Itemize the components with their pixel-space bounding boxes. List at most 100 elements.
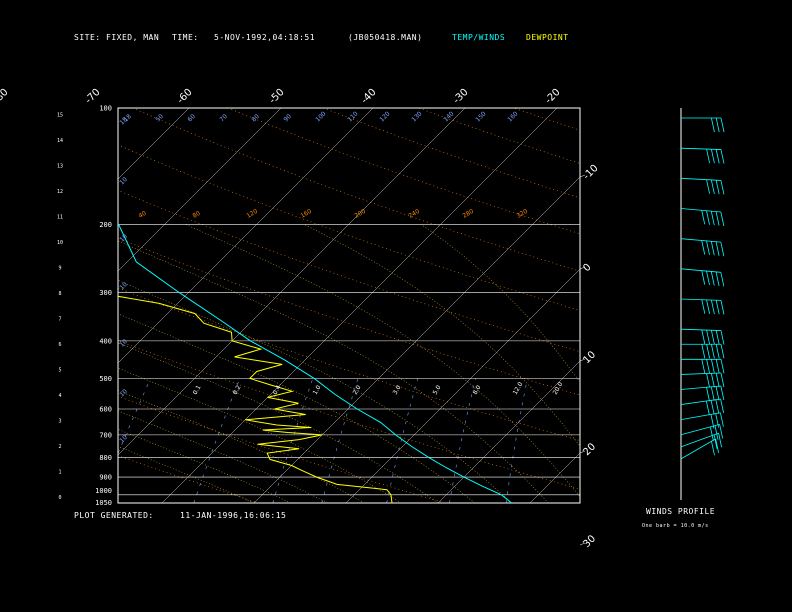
wind-barb-flag [710, 179, 715, 195]
dry-adiabat-line [118, 237, 580, 396]
wind-barb-flag [714, 425, 719, 440]
wind-barb-flag [711, 117, 715, 133]
wind-barb-shaft [680, 177, 721, 181]
pressure-tick-label: 300 [99, 289, 112, 297]
dry-adiabat-line [118, 144, 580, 311]
wind-barb-flag [711, 359, 715, 374]
wind-barb-flag [715, 180, 720, 195]
wind-barb-flag [706, 299, 710, 314]
wind-barb-flag [706, 329, 710, 345]
height-tick-label: 12 [57, 189, 63, 195]
pressure-lines [118, 224, 580, 496]
wind-barb-shaft [680, 398, 721, 405]
wind-barb-flag [720, 398, 725, 414]
pressure-tick-label: 500 [99, 375, 112, 383]
wind-barb-flag [715, 330, 720, 345]
height-tick-label: 10 [57, 240, 63, 246]
isotherm-line [118, 108, 190, 180]
moist-adiabat-line [118, 390, 365, 503]
isotherm-line [0, 108, 5, 503]
height-tick-label: 9 [58, 266, 61, 272]
wind-barb-shaft [680, 298, 721, 301]
wind-barb-flag [710, 386, 715, 401]
wind-barb-flag [720, 149, 725, 164]
moist-adiabat-line [118, 446, 255, 503]
wind-barb-flag [715, 117, 720, 133]
top-scale-label: 140 [442, 110, 455, 123]
top-scale-label: 120 [378, 110, 391, 123]
wind-barb-flag [720, 412, 724, 427]
isotherm-line [437, 360, 580, 503]
isotherm-label: -50 [267, 87, 286, 106]
mixing-ratio-label: 5.0 [432, 384, 443, 396]
wind-barb-flag [720, 211, 725, 227]
top-scale-label: 50 [154, 113, 164, 123]
temperature-line [118, 223, 512, 503]
wind-barb-flag [711, 441, 715, 456]
pressure-tick-label: 200 [99, 221, 112, 229]
wind-barb-flag [701, 344, 706, 359]
wind-barb-flag [706, 344, 710, 359]
pressure-tick-label: 700 [99, 431, 112, 439]
height-tick-label: 0 [58, 495, 61, 501]
wind-barb-flag [715, 399, 720, 414]
pressure-tick-label: 1000 [95, 487, 112, 495]
top-scale-label: 160 [506, 110, 519, 123]
top-scale-label: 110 [346, 110, 359, 123]
wind-barb-flag [710, 400, 715, 415]
wind-barb-flag [710, 330, 715, 345]
wind-barb-flag [706, 270, 710, 286]
wind-barb-shaft [680, 412, 721, 421]
mixing-ratio-line [449, 378, 476, 503]
moist-adiabat-line [118, 428, 291, 503]
pressure-tick-label: 1050 [95, 499, 112, 507]
mixing-ratio-label: 12.0 [512, 381, 525, 396]
wind-barb-flag [715, 241, 720, 256]
dry-adiabat-line [132, 108, 580, 272]
wind-barb-flag [705, 400, 710, 416]
wind-barb-flag [701, 270, 706, 285]
isotherm-label: -70 [83, 87, 102, 106]
wind-barb-flag [720, 242, 725, 257]
mixing-ratio-label: 0.2 [232, 384, 243, 396]
pressure-tick-label: 400 [99, 337, 112, 345]
isotherm-label: 30 [581, 533, 598, 550]
wind-barb-flag [715, 386, 720, 401]
dry-adiabat-line [609, 108, 792, 503]
isotherm-line [118, 108, 282, 272]
isotherm-line [118, 108, 466, 456]
isotherm-label: -20 [543, 87, 562, 106]
wind-barb-shaft [680, 268, 721, 273]
top-scale-label: 90 [282, 113, 292, 123]
wind-barb-flag [706, 387, 710, 402]
wind-barb-flag [715, 373, 720, 388]
plot-frame [117, 107, 581, 504]
potential-temp-label: 280 [462, 208, 476, 220]
wind-barb-shaft [680, 438, 716, 460]
isotherm-label: -30 [451, 87, 470, 106]
potential-temp-label: 320 [516, 208, 530, 220]
winds-profile [680, 108, 725, 500]
wind-barb-shaft [680, 372, 721, 375]
plot-generated-value: 11-JAN-1996,16:06:15 [180, 511, 287, 520]
isotherm-lines [0, 108, 580, 503]
side-height-label: 10 [118, 176, 128, 186]
wind-barb-flag [706, 373, 710, 388]
skewt-chart: 1002003004005006007008009001000105001234… [0, 87, 792, 550]
potential-temp-label: 80 [192, 210, 202, 220]
wind-barb-flag [718, 433, 722, 448]
mixing-ratio-label: 3.0 [392, 384, 403, 396]
potential-temp-label: 120 [246, 208, 260, 220]
dry-adiabat-line [118, 340, 580, 490]
pressure-tick-label: 900 [99, 474, 112, 482]
side-height-label: 10 [118, 281, 128, 291]
moist-adiabat-line [118, 240, 549, 503]
winds-profile-title: WINDS PROFILE [646, 507, 716, 516]
mixing-ratio-label: 8.0 [472, 384, 483, 396]
height-tick-label: 3 [58, 419, 61, 425]
wind-barb-flag [711, 344, 715, 359]
top-scale-label: 130 [410, 110, 423, 123]
top-scale-label: 80 [250, 113, 260, 123]
wind-barb-flag [701, 329, 706, 344]
height-tick-label: 7 [58, 317, 61, 323]
